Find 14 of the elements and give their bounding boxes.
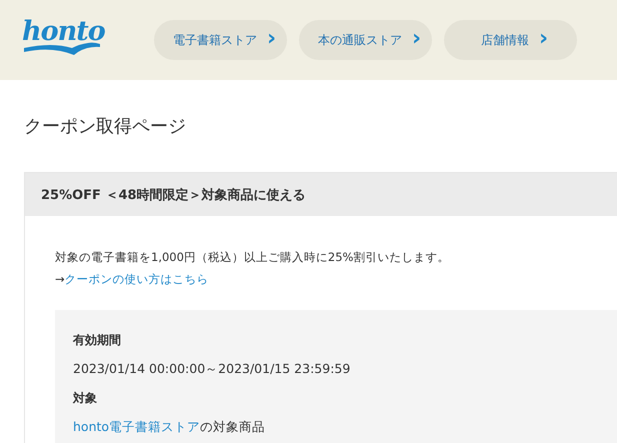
guide-line: →クーポンの使い方はこちら: [55, 271, 210, 288]
detail-value: honto電子書籍ストアの対象商品: [73, 418, 266, 436]
guide-link[interactable]: クーポンの使い方はこちら: [64, 272, 209, 286]
nav-button[interactable]: 店舗情報 ›: [444, 20, 577, 60]
coupon-description: 対象の電子書籍を1,000円（税込）以上ご購入時に25%割引いたします。: [55, 249, 450, 266]
nav-button[interactable]: 本の通販ストア ›: [299, 20, 432, 60]
detail-label: 対象: [73, 390, 98, 407]
store-link[interactable]: honto電子書籍ストア: [73, 419, 200, 434]
coupon-title: 25%OFF ＜48時間限定＞対象商品に使える: [25, 173, 617, 216]
detail-label: 有効期間: [73, 332, 122, 349]
logo[interactable]: honto: [22, 18, 106, 56]
detail-value: 2023/01/14 00:00:00～2023/01/15 23:59:59: [73, 360, 352, 378]
nav-button[interactable]: 電子書籍ストア ›: [154, 20, 287, 60]
page-title: クーポン取得ページ: [24, 115, 187, 138]
